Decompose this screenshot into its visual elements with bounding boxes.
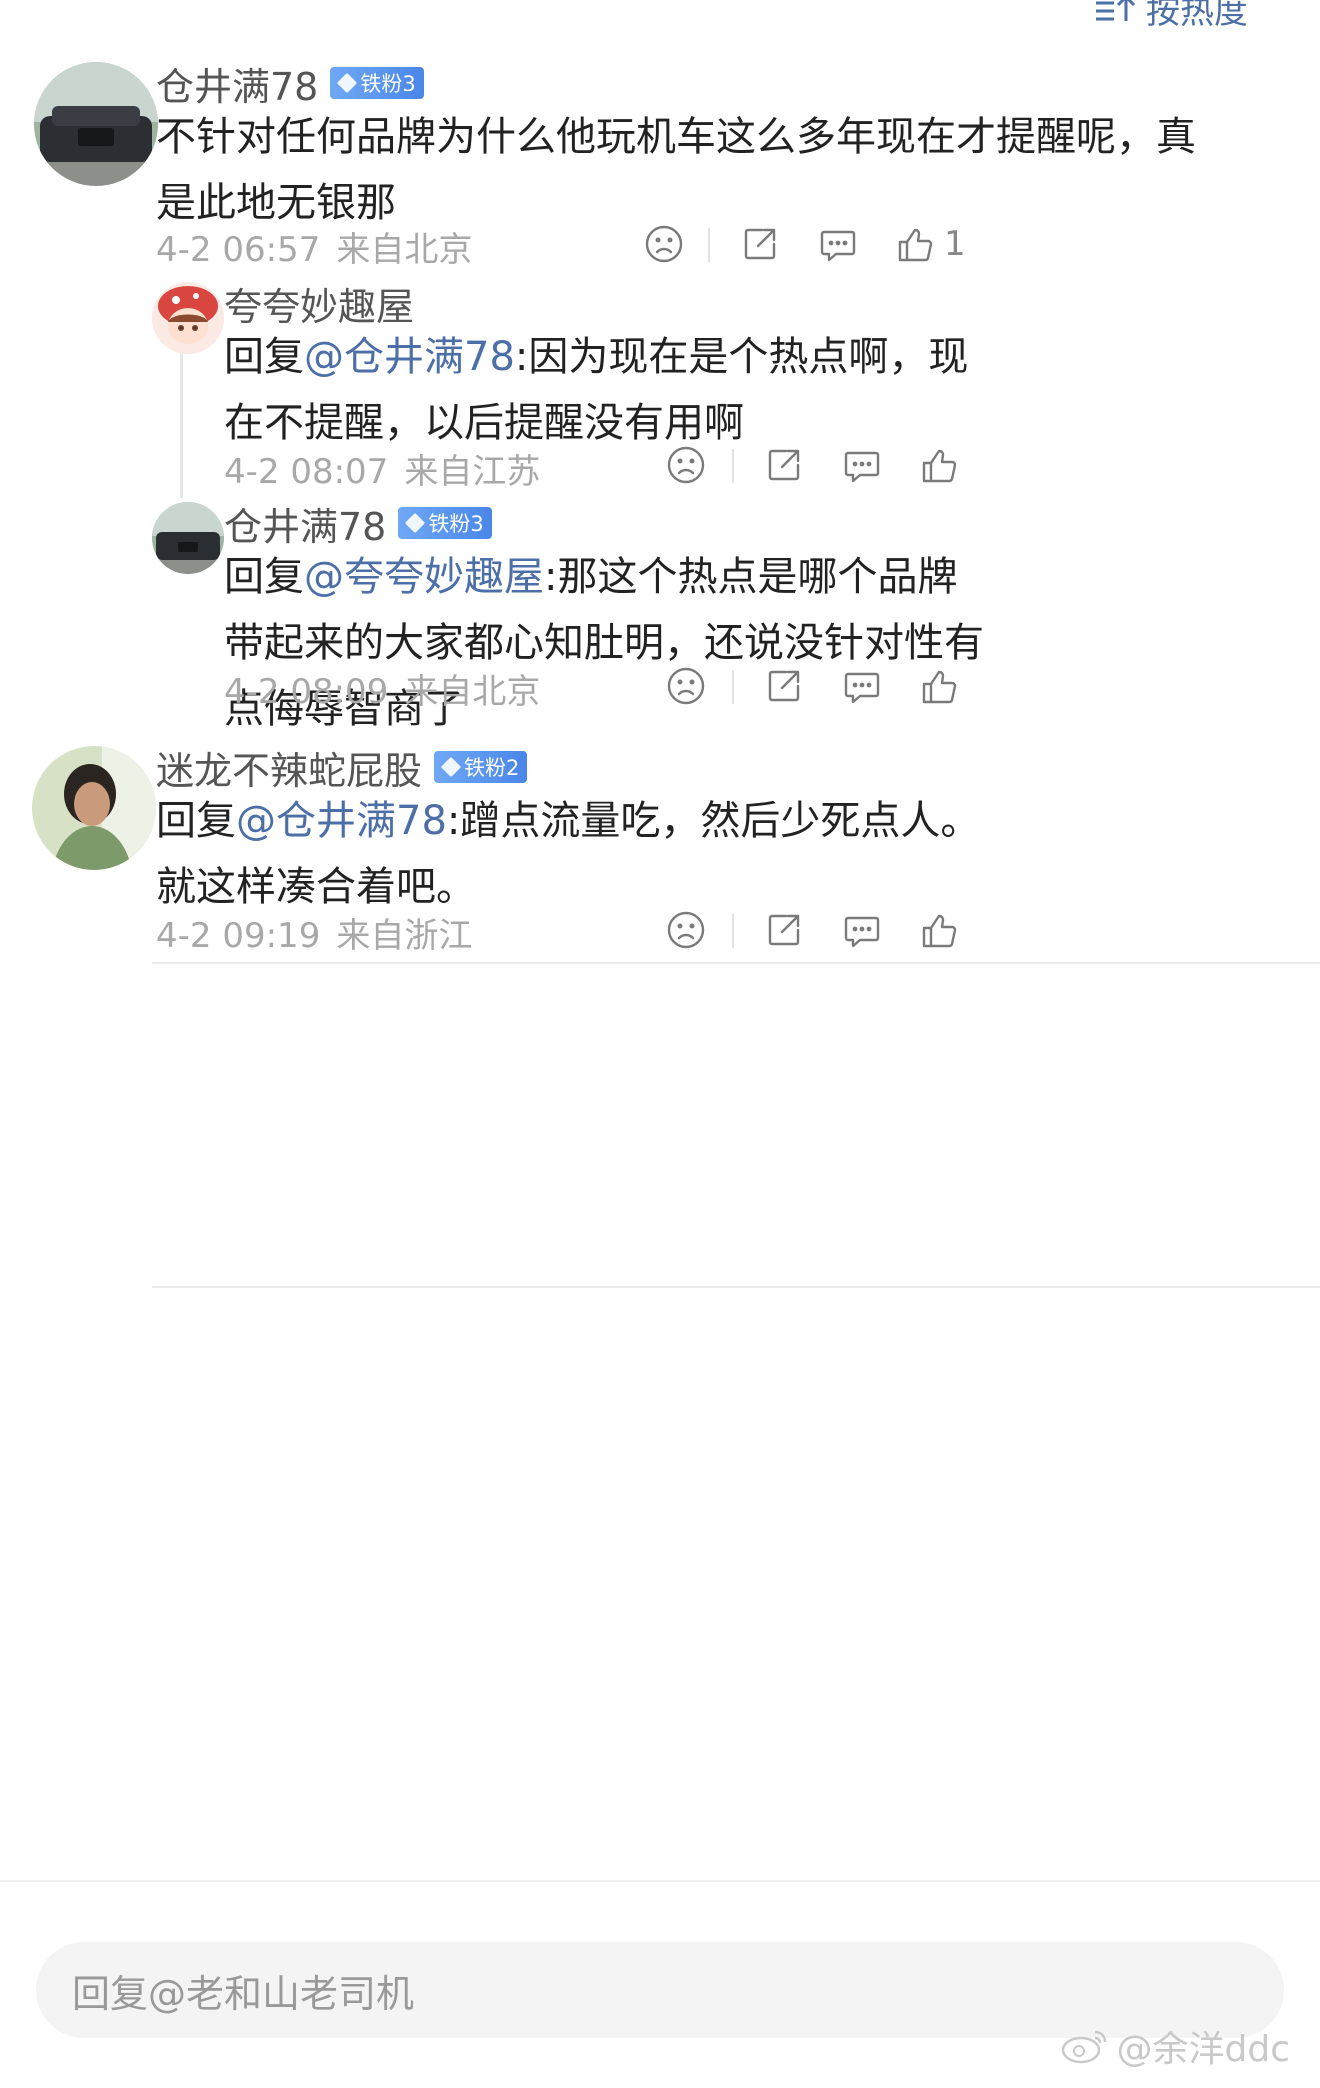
comment-actions	[662, 906, 982, 954]
comment-author[interactable]: 仓井满78	[156, 56, 318, 111]
diamond-icon	[440, 756, 462, 778]
weibo-logo-icon	[1061, 2030, 1106, 2064]
comment-time: 4-2 09:19	[156, 916, 321, 956]
dislike-button[interactable]	[662, 441, 710, 489]
sad-face-icon	[667, 446, 705, 484]
sort-label: 按热度	[1146, 0, 1248, 32]
share-button[interactable]	[760, 441, 808, 489]
comment-icon	[844, 672, 880, 704]
dislike-button[interactable]	[640, 220, 688, 268]
mention-link[interactable]: @仓井满78	[304, 334, 515, 380]
share-icon	[768, 670, 800, 702]
fan-badge: 铁粉2	[434, 751, 528, 783]
dislike-button[interactable]	[662, 906, 710, 954]
reply-button[interactable]	[838, 906, 886, 954]
mention-link[interactable]: @夸夸妙趣屋	[304, 554, 544, 600]
comment-divider	[152, 962, 1320, 964]
share-button[interactable]	[760, 906, 808, 954]
sort-icon	[1096, 0, 1136, 21]
reply-location: 来自北京	[404, 672, 541, 712]
share-icon	[768, 449, 800, 481]
share-icon	[744, 228, 776, 260]
reply-location: 来自江苏	[404, 452, 541, 492]
fan-badge: 铁粉3	[330, 67, 424, 99]
comment-icon	[844, 451, 880, 483]
reply-meta: 4-2 08:07 来自江苏	[224, 444, 540, 493]
comment-icon	[820, 230, 856, 262]
comment-location: 来自北京	[336, 230, 473, 270]
comment-actions: 1	[640, 220, 970, 268]
reply-button[interactable]	[838, 662, 886, 710]
reply-prefix: 回复	[224, 554, 304, 600]
reply-actions	[662, 441, 982, 489]
reply-prefix: 回复	[224, 334, 304, 380]
diamond-icon	[405, 512, 426, 534]
reply-text: 回复@仓井满78:因为现在是个热点啊，现在不提醒，以后提醒没有用啊	[224, 324, 984, 456]
comment-text: 回复@仓井满78:蹭点流量吃，然后少死点人。就这样凑合着吧。	[156, 788, 986, 920]
comment-time: 4-2 06:57	[156, 230, 321, 270]
divider	[732, 914, 734, 948]
divider	[732, 449, 734, 483]
comment-icon	[844, 916, 880, 948]
comment-meta: 4-2 06:57 来自北京	[156, 222, 472, 271]
reply-input-placeholder: 回复@老和山老司机	[72, 1971, 415, 2016]
watermark-text: @余洋ddc	[1116, 2029, 1291, 2070]
reply-prefix: 回复	[156, 798, 236, 844]
thumbs-up-icon	[922, 914, 957, 948]
reply-time: 4-2 08:07	[224, 452, 389, 492]
like-button[interactable]	[916, 441, 964, 489]
comment-author[interactable]: 迷龙不辣蛇屁股	[156, 740, 422, 795]
mention-link[interactable]: @仓井满78	[236, 798, 447, 844]
watermark: @余洋ddc	[1059, 2020, 1291, 2072]
reply-button[interactable]	[814, 220, 862, 268]
share-button[interactable]	[760, 662, 808, 710]
reply-time: 4-2 08:09	[224, 672, 389, 712]
share-icon	[768, 914, 800, 946]
like-button[interactable]	[892, 220, 940, 268]
dislike-button[interactable]	[662, 662, 710, 710]
avatar[interactable]	[32, 746, 156, 870]
reply-author[interactable]: 夸夸妙趣屋	[224, 276, 414, 331]
thumbs-up-icon	[922, 449, 957, 483]
reply-button[interactable]	[838, 441, 886, 489]
avatar[interactable]	[152, 502, 224, 574]
comment-text: 不针对任何品牌为什么他玩机车这么多年现在才提醒呢，真是此地无银那	[156, 114, 1196, 226]
sad-face-icon	[645, 225, 683, 263]
avatar[interactable]	[152, 282, 224, 354]
thumbs-up-icon	[898, 228, 933, 262]
diamond-icon	[337, 72, 358, 94]
sort-by-hot-button[interactable]: 按热度	[1094, 0, 1248, 33]
divider	[732, 670, 734, 704]
like-button[interactable]	[916, 662, 964, 710]
comment-divider	[152, 1286, 1320, 1288]
comment-meta: 4-2 09:19 来自浙江	[156, 908, 472, 957]
sad-face-icon	[667, 911, 705, 949]
comment-location: 来自浙江	[336, 916, 473, 956]
like-button[interactable]	[916, 906, 964, 954]
reply-meta: 4-2 08:09 来自北京	[224, 664, 540, 713]
thumbs-up-icon	[922, 670, 957, 704]
like-count: 1	[944, 224, 966, 264]
divider	[708, 228, 710, 262]
fan-badge: 铁粉3	[398, 507, 492, 539]
sad-face-icon	[667, 667, 705, 705]
reply-author[interactable]: 仓井满78	[224, 496, 386, 551]
avatar[interactable]	[34, 62, 158, 186]
reply-actions	[662, 662, 982, 710]
share-button[interactable]	[736, 220, 784, 268]
thread-line	[180, 336, 183, 498]
bottom-bar-border	[0, 1880, 1320, 1882]
